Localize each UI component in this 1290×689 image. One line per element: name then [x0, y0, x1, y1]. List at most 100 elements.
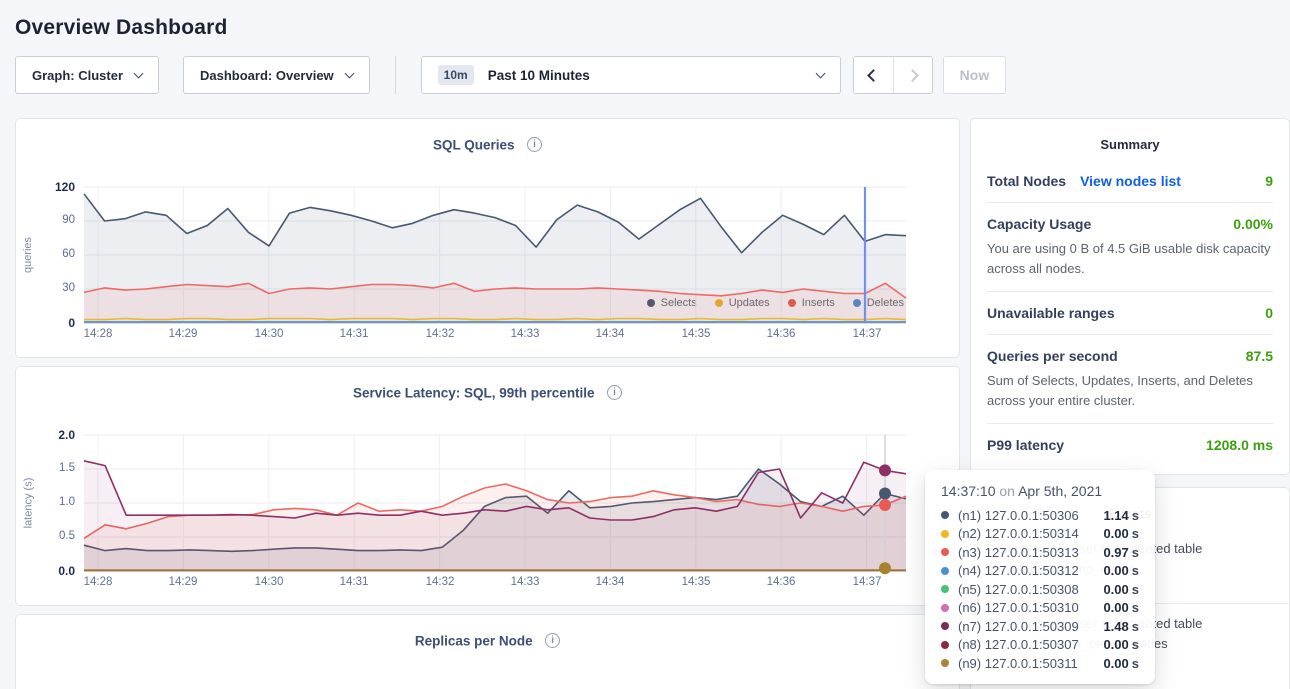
x-tick-label: 14:33	[500, 576, 550, 588]
tooltip-row: (n2) 127.0.0.1:503140.00s	[941, 525, 1139, 544]
chevron-down-icon	[134, 68, 144, 78]
tooltip-node-value: 0.00s	[1103, 582, 1139, 597]
tooltip-node-label: (n5) 127.0.0.1:50308	[958, 582, 1079, 597]
tooltip-node-value: 1.14s	[1103, 508, 1139, 523]
page-header: Overview Dashboard	[0, 0, 1290, 40]
x-tick-label: 14:31	[329, 328, 379, 340]
summary-label: Capacity Usage	[987, 216, 1091, 232]
tooltip-row: (n8) 127.0.0.1:503070.00s	[941, 636, 1139, 655]
tooltip-row: (n5) 127.0.0.1:50308 0.00s	[941, 580, 1139, 599]
tooltip-on: on	[999, 483, 1015, 499]
summary-row: Queries per second87.5Sum of Selects, Up…	[987, 334, 1273, 423]
summary-value: 1208.0 ms	[1206, 437, 1273, 453]
info-icon[interactable]: i	[607, 385, 622, 400]
x-tick-label: 14:30	[244, 328, 294, 340]
summary-row: Capacity Usage0.00%You are using 0 B of …	[987, 202, 1273, 291]
series-color-dot	[941, 604, 949, 612]
y-tick-label: 120	[33, 180, 75, 194]
tooltip-node-value: 0.00s	[1103, 563, 1139, 578]
x-tick-label: 14:32	[415, 576, 465, 588]
summary-rows: Total NodesView nodes list9Capacity Usag…	[987, 160, 1273, 466]
info-icon[interactable]: i	[527, 137, 542, 152]
sql-queries-plot[interactable]	[84, 187, 906, 323]
x-tick-label: 14:37	[842, 576, 892, 588]
page-title: Overview Dashboard	[15, 16, 1275, 40]
toolbar: Graph: Cluster Dashboard: Overview 10m P…	[15, 56, 1275, 94]
chevron-down-icon	[344, 68, 354, 78]
series-color-dot	[941, 659, 949, 667]
tooltip-row: (n3) 127.0.0.1:503130.97s	[941, 543, 1139, 562]
time-pager	[853, 56, 933, 94]
tooltip-node-label: (n8) 127.0.0.1:50307	[958, 637, 1079, 652]
dashboard-dropdown[interactable]: Dashboard: Overview	[183, 56, 370, 94]
tooltip-node-value: 0.00s	[1103, 526, 1139, 541]
summary-value: 0	[1265, 305, 1273, 321]
x-tick-label: 14:36	[756, 576, 806, 588]
y-tick-label: 0.0	[33, 564, 75, 578]
time-prev-button[interactable]	[854, 57, 893, 93]
tooltip-node-value: 1.48s	[1103, 619, 1139, 634]
y-tick-label: 60	[33, 248, 75, 260]
toolbar-divider	[395, 56, 396, 94]
summary-label: P99 latency	[987, 437, 1064, 453]
service-latency-chart[interactable]: 0.00.51.01.52.014:2814:2914:3014:3114:32…	[84, 435, 906, 571]
y-tick-label: 0.5	[33, 530, 75, 542]
summary-value: 87.5	[1246, 348, 1273, 364]
summary-row: Unavailable ranges 0	[987, 291, 1273, 334]
charts-column: SQL Queries i SelectsUpdatesInsertsDelet…	[15, 118, 960, 689]
replicas-per-node-panel: Replicas per Node i	[15, 614, 960, 689]
y-axis-label: latency (s)	[20, 435, 36, 571]
summary-title: Summary	[987, 119, 1273, 160]
graph-dropdown[interactable]: Graph: Cluster	[15, 56, 159, 94]
chart-title: SQL Queries	[433, 137, 515, 152]
tooltip-timestamp: 14:37:10 on Apr 5th, 2021	[941, 483, 1139, 499]
tooltip-node-label: (n7) 127.0.0.1:50309	[958, 619, 1079, 634]
chart-title: Service Latency: SQL, 99th percentile	[353, 385, 595, 400]
chevron-down-icon	[815, 68, 825, 78]
dashboard-dropdown-label: Dashboard: Overview	[200, 68, 334, 83]
y-tick-label: 0	[33, 316, 75, 330]
tooltip-row: (n7) 127.0.0.1:50309 1.48s	[941, 617, 1139, 636]
summary-label: Total Nodes	[987, 173, 1066, 189]
y-tick-label: 90	[33, 214, 75, 226]
y-axis-label: queries	[20, 187, 36, 323]
chart-header: SQL Queries i	[16, 119, 959, 154]
series-color-dot	[941, 641, 949, 649]
view-nodes-list-link[interactable]: View nodes list	[1080, 173, 1181, 189]
chart-header: Service Latency: SQL, 99th percentile i	[16, 367, 959, 402]
tooltip-node-value: 0.97s	[1103, 545, 1139, 560]
x-tick-label: 14:32	[415, 328, 465, 340]
series-color-dot	[941, 585, 949, 593]
summary-panel: Summary Total NodesView nodes list9Capac…	[970, 118, 1290, 475]
y-tick-label: 2.0	[33, 428, 75, 442]
series-color-dot	[941, 548, 949, 556]
tooltip-rows: (n1) 127.0.0.1:503061.14s(n2) 127.0.0.1:…	[941, 506, 1139, 673]
summary-description: Sum of Selects, Updates, Inserts, and De…	[987, 371, 1273, 410]
sql-queries-chart[interactable]: 030609012014:2814:2914:3014:3114:3214:33…	[84, 187, 906, 323]
x-tick-label: 14:28	[73, 328, 123, 340]
x-tick-label: 14:28	[73, 576, 123, 588]
series-color-dot	[941, 622, 949, 630]
tooltip-time: 14:37:10	[941, 483, 996, 499]
summary-label: Unavailable ranges	[987, 305, 1115, 321]
x-tick-label: 14:36	[756, 328, 806, 340]
time-range-badge: 10m	[438, 65, 474, 85]
x-tick-label: 14:31	[329, 576, 379, 588]
now-button[interactable]: Now	[943, 56, 1007, 94]
x-tick-label: 14:35	[671, 328, 721, 340]
y-tick-label: 1.0	[33, 496, 75, 508]
tooltip-date: Apr 5th, 2021	[1018, 483, 1102, 499]
tooltip-row: (n1) 127.0.0.1:503061.14s	[941, 506, 1139, 525]
series-color-dot	[941, 530, 949, 538]
time-next-button[interactable]	[893, 57, 932, 93]
time-range-label: Past 10 Minutes	[488, 68, 590, 83]
service-latency-plot[interactable]	[84, 435, 906, 571]
tooltip-node-label: (n9) 127.0.0.1:50311	[958, 656, 1078, 671]
tooltip-node-value: 0.00s	[1103, 600, 1139, 615]
chevron-left-icon	[867, 69, 880, 82]
chart-header: Replicas per Node i	[16, 615, 959, 650]
x-tick-label: 14:34	[585, 576, 635, 588]
info-icon[interactable]: i	[545, 633, 560, 648]
time-range-dropdown[interactable]: 10m Past 10 Minutes	[421, 56, 841, 94]
tooltip-node-label: (n4) 127.0.0.1:50312	[958, 563, 1079, 578]
